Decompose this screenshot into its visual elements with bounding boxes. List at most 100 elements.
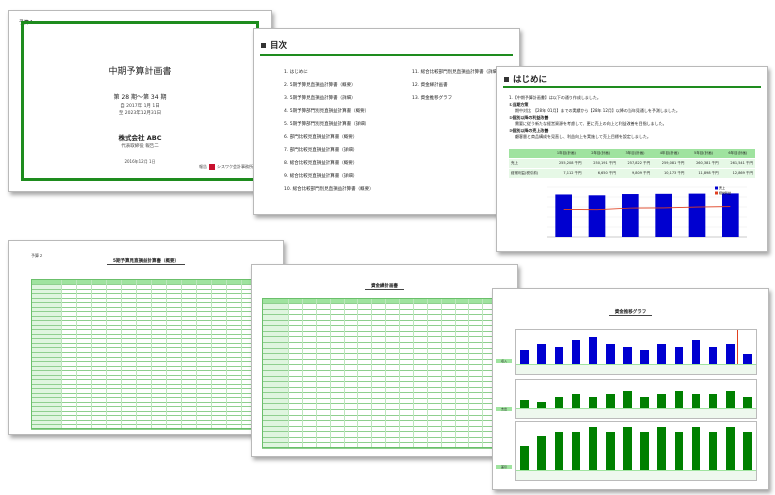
panel-label: 支出 [496,407,512,411]
legend-swatch [715,186,718,190]
maker-logo-icon [209,164,215,170]
graph-page: 資金推移グラフ 収入 支出 差引 [492,288,769,490]
bar [554,396,564,408]
bar-sales [655,193,672,237]
intro-lead: 1.【中期予算計画書】は以下の通り作成しました。 [509,95,601,100]
toc-item[interactable]: 2. 5期予算見直損益計算書（概要） [284,82,374,95]
graph-panel-expense [515,379,757,419]
bar-sales [555,194,572,237]
toc-page: 目次 1. はじめに 2. 5期予算見直損益計算書（概要） 3. 5期予算見直損… [253,28,520,215]
bar [726,391,735,408]
bar-sales [588,195,606,237]
ss1-title: 5期予算見直損益計算書（概要） [9,258,283,265]
toc-item[interactable]: 1. はじめに [284,69,374,82]
bar [708,394,718,408]
bar [588,336,598,364]
bar [623,426,632,470]
table-header-row: 1年目(計画) 2年目(計画) 3年目(計画) 4年目(計画) 5年目(計画) 6年目(計… [509,149,755,159]
cover-frame [21,21,259,181]
maker-name: シスワク会計事務所 [217,164,253,169]
intro-summary-table: 1年目(計画) 2年目(計画) 3年目(計画) 4年目(計画) 5年目(計画) 6年目(計… [509,149,755,179]
bar [606,343,615,364]
cover-date-from: 自 2017年 1月 1日 [120,104,160,109]
intro-t2: 需要に従う新たな経営資源を考慮して、更に売上の向上と利益改善を目指しました。 [515,121,667,126]
intro-t1: 期中対比 【28年 01月】までの実績から【28年 12月】以降の当年見通しを予… [515,108,680,113]
bar [588,396,598,408]
toc-item[interactable]: 12. 資金繰計画書 [412,82,502,95]
toc-item[interactable]: 8. 総合比較見直損益計算書（概要） [284,160,374,173]
row-line [31,429,271,430]
bar [640,396,649,408]
bar [674,347,684,364]
ss2-table [262,298,511,449]
intro-page: はじめに 1.【中期予算計画書】は以下の通り作成しました。 ①当期方策 期中対比… [496,66,768,252]
bar [606,394,615,408]
bar [588,426,598,470]
intro-chart: 売上経常利益 [547,185,747,238]
legend-swatch [715,191,718,195]
toc-item[interactable]: 9. 総合比較見直損益計算書（詳細） [284,173,374,186]
bar [674,431,684,470]
bar [571,431,581,470]
ss1-table [31,279,272,430]
toc-item[interactable]: 11. 総合比較部門別見直損益計算書（詳細） [412,69,502,82]
panel-label: 収入 [496,359,512,363]
legend-entry: 経常利益 [719,190,731,195]
toc-item[interactable]: 6. 部門比較見直損益計算書（概要） [284,134,374,147]
bar [623,347,632,364]
bar [623,391,632,408]
toc-item[interactable]: 4. 5期予算部門別見直損益計算書（概要） [284,108,374,121]
bar [571,340,581,364]
toc-heading: 目次 [261,39,287,51]
cover-title: 中期予算計画書 [108,67,172,77]
square-bullet-icon [504,76,509,82]
bar [691,394,701,408]
toc-item[interactable]: 5. 5期予算部門別見直損益計算書（詳細） [284,121,374,134]
bar [554,347,564,364]
table-border [31,279,271,429]
bar [537,436,546,470]
bar [743,353,752,364]
intro-body: 1.【中期予算計画書】は以下の通り作成しました。 ①当期方策 期中対比 【28年… [509,95,759,140]
ss2-page: 資金繰計画書 [251,264,518,457]
ss1-page: 予算２ 5期予算見直損益計算書（概要） [8,240,284,435]
bar [520,446,529,470]
toc-item[interactable]: 3. 5期予算見直損益計算書（詳細） [284,95,374,108]
bar-sales [622,194,639,237]
toc-item[interactable]: 7. 部門比較見直損益計算書（詳細） [284,147,374,160]
bar [657,394,666,408]
panel-value-row [516,408,756,418]
bar [708,431,718,470]
bar [674,391,684,408]
cover-maker: 報告 シスワク会計事務所 [199,164,253,170]
bar-sales [722,193,739,237]
marker-line [736,330,738,364]
table-border [262,298,510,448]
legend-entry: 売上 [719,185,725,190]
panel-value-row [516,470,756,480]
bar [657,343,666,364]
bar [691,340,701,364]
graph-title: 資金推移グラフ [493,309,768,316]
bar [554,431,564,470]
bar [520,399,529,408]
toc-right-list: 11. 総合比較部門別見直損益計算書（詳細） 12. 資金繰計画書 13. 資金… [412,69,502,108]
bar [537,343,546,364]
toc-left-list: 1. はじめに 2. 5期予算見直損益計算書（概要） 3. 5期予算見直損益計算… [284,69,374,199]
bar [726,343,735,364]
cover-date-to: 至 2023年12月31日 [118,111,162,116]
row-line [262,448,510,449]
toc-item[interactable]: 13. 資金推移グラフ [412,95,502,108]
bar [708,347,718,364]
bar [743,431,752,470]
bar [640,431,649,470]
intro-t3: 顧客層と商品構成を見直し、利益向上を実施して売上目標を設定しました。 [515,134,651,139]
toc-underline [260,54,513,56]
bar [657,426,666,470]
graph-panel-income [515,329,757,375]
bar [571,394,581,408]
cover-company: 株式会社 ABC [118,134,162,142]
intro-heading: はじめに [504,73,547,85]
bar [606,431,615,470]
toc-item[interactable]: 10. 総合比較部門別見直損益計算書（概要） [284,186,374,199]
